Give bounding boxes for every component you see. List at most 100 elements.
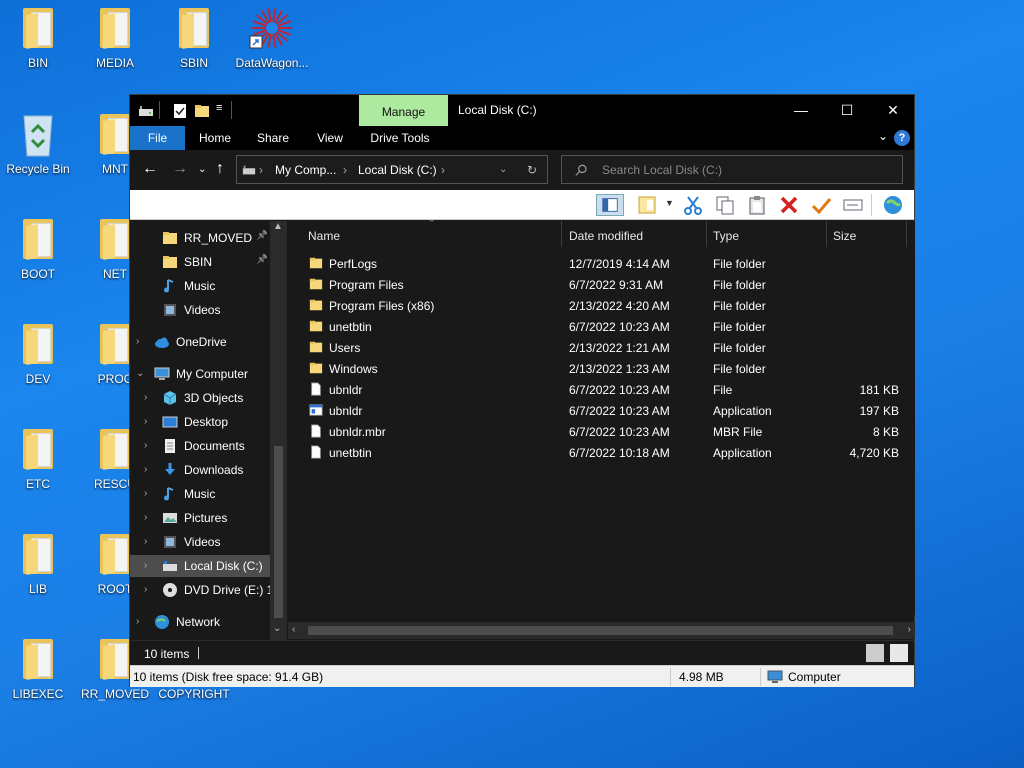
- scrollbar-thumb[interactable]: [274, 446, 283, 618]
- desktop-icon-etc[interactable]: ETC: [0, 425, 76, 491]
- preview-pane-icon[interactable]: [596, 194, 624, 216]
- column-header-name[interactable]: Name: [308, 229, 340, 249]
- nav-item-3d-objects[interactable]: › 3D Objects: [130, 387, 270, 409]
- column-separator[interactable]: [906, 221, 907, 247]
- desktop-icon-recycle-bin[interactable]: Recycle Bin: [0, 110, 76, 176]
- chevron-right-icon[interactable]: ›: [144, 464, 147, 475]
- chevron-right-icon[interactable]: ›: [144, 584, 147, 595]
- file-row[interactable]: Program Files 6/7/2022 9:31 AM File folder: [288, 274, 915, 295]
- maximize-button[interactable]: ☐: [824, 95, 870, 126]
- chevron-down-icon[interactable]: ⌄: [136, 368, 144, 379]
- pin-icon[interactable]: 📌: [257, 230, 268, 241]
- rename-icon[interactable]: [842, 194, 864, 216]
- file-row[interactable]: Program Files (x86) 2/13/2022 4:20 AM File…: [288, 295, 915, 316]
- desktop-icon-datawagon-[interactable]: DataWagon...: [234, 4, 310, 70]
- file-row[interactable]: Windows 2/13/2022 1:23 AM File folder: [288, 358, 915, 379]
- delete-icon[interactable]: [778, 194, 800, 216]
- desktop-icon-media[interactable]: MEDIA: [77, 4, 153, 70]
- nav-item-onedrive[interactable]: › OneDrive: [130, 331, 270, 353]
- file-row[interactable]: unetbtin 6/7/2022 10:18 AM Application 4,72…: [288, 442, 915, 463]
- drive-icon[interactable]: [138, 103, 154, 119]
- address-bar[interactable]: › My Comp... › Local Disk (C:) › ⌄ ↻: [236, 155, 548, 184]
- nav-item-rr-moved[interactable]: RR_MOVED 📌: [130, 227, 270, 249]
- up-button[interactable]: ↑: [216, 160, 224, 178]
- desktop-icon-dev[interactable]: DEV: [0, 320, 76, 386]
- tab-file[interactable]: File: [130, 126, 185, 150]
- properties-icon[interactable]: [172, 103, 188, 119]
- forward-button[interactable]: →: [172, 160, 188, 178]
- nav-item-local-disk-c[interactable]: › Local Disk (C:): [130, 555, 270, 577]
- copy-icon[interactable]: [714, 194, 736, 216]
- chevron-right-icon[interactable]: ›: [144, 512, 147, 523]
- tab-home[interactable]: Home: [192, 126, 238, 150]
- large-icons-view-icon[interactable]: [890, 644, 908, 662]
- navigation-scrollbar[interactable]: ▲ ⌄: [270, 221, 287, 640]
- title-bar[interactable]: ≡ Manage Local Disk (C:) — ☐ ✕: [130, 95, 914, 126]
- column-separator[interactable]: [826, 221, 827, 247]
- tab-share[interactable]: Share: [250, 126, 296, 150]
- nav-item-videos[interactable]: › Videos: [130, 531, 270, 553]
- file-row[interactable]: Users 2/13/2022 1:21 AM File folder: [288, 337, 915, 358]
- recent-locations-chevron-icon[interactable]: ⌄: [198, 164, 206, 175]
- cut-icon[interactable]: [682, 194, 704, 216]
- details-pane-icon[interactable]: [636, 194, 658, 216]
- desktop-icon-lib[interactable]: LIB: [0, 530, 76, 596]
- column-header-type[interactable]: Type: [713, 229, 739, 249]
- nav-item-sbin[interactable]: SBIN 📌: [130, 251, 270, 273]
- minimize-button[interactable]: —: [778, 95, 824, 126]
- details-view-icon[interactable]: [866, 644, 884, 662]
- breadcrumb-local-disk[interactable]: Local Disk (C:): [358, 163, 437, 177]
- close-button[interactable]: ✕: [870, 95, 916, 126]
- file-row[interactable]: ubnldr 6/7/2022 10:23 AM File 181 KB: [288, 379, 915, 400]
- chevron-right-icon[interactable]: ›: [441, 163, 445, 177]
- dropdown-arrow-icon[interactable]: ▼: [665, 198, 674, 208]
- new-folder-icon[interactable]: [194, 103, 210, 119]
- chevron-right-icon[interactable]: ›: [144, 560, 147, 571]
- address-dropdown-icon[interactable]: ⌄: [499, 164, 507, 175]
- tab-view[interactable]: View: [307, 126, 353, 150]
- tab-drive-tools[interactable]: Drive Tools: [364, 126, 436, 150]
- paste-icon[interactable]: [746, 194, 768, 216]
- desktop-icon-sbin[interactable]: SBIN: [156, 4, 232, 70]
- globe-icon[interactable]: [882, 194, 904, 216]
- chevron-right-icon[interactable]: ›: [144, 416, 147, 427]
- file-row[interactable]: ubnldr.mbr 6/7/2022 10:23 AM MBR File 8 KB: [288, 421, 915, 442]
- customize-quick-access-icon[interactable]: ≡: [216, 102, 222, 114]
- desktop-icon-bin[interactable]: BIN: [0, 4, 76, 70]
- file-row[interactable]: unetbtin 6/7/2022 10:23 AM File folder: [288, 316, 915, 337]
- apply-checkmark-icon[interactable]: [810, 194, 832, 216]
- help-icon[interactable]: ?: [894, 130, 910, 146]
- tab-manage[interactable]: Manage: [359, 95, 448, 126]
- chevron-right-icon[interactable]: ›: [144, 488, 147, 499]
- chevron-right-icon[interactable]: ›: [136, 616, 139, 627]
- nav-item-videos[interactable]: Videos: [130, 299, 270, 321]
- file-row[interactable]: ubnldr 6/7/2022 10:23 AM Application 197 KB: [288, 400, 915, 421]
- search-input[interactable]: Search Local Disk (C:): [561, 155, 903, 184]
- file-list-horizontal-scrollbar[interactable]: ‹ ›: [288, 622, 915, 639]
- desktop-icon-libexec[interactable]: LIBEXEC: [0, 635, 76, 701]
- expand-ribbon-chevron-icon[interactable]: ⌄: [878, 129, 888, 143]
- scrollbar-thumb[interactable]: [308, 626, 893, 635]
- chevron-right-icon[interactable]: ›: [343, 163, 347, 177]
- scroll-up-icon[interactable]: ▲: [273, 221, 283, 232]
- scroll-left-icon[interactable]: ‹: [292, 624, 295, 635]
- column-header-size[interactable]: Size: [833, 229, 856, 249]
- nav-item-network[interactable]: › Network: [130, 611, 270, 633]
- refresh-icon[interactable]: ↻: [527, 163, 537, 177]
- nav-item-dvd-drive-e-13[interactable]: › DVD Drive (E:) 13: [130, 579, 280, 601]
- back-button[interactable]: ←: [142, 160, 158, 178]
- scroll-right-icon[interactable]: ›: [908, 624, 911, 635]
- column-separator[interactable]: [561, 221, 562, 247]
- chevron-right-icon[interactable]: ›: [136, 336, 139, 347]
- nav-item-pictures[interactable]: › Pictures: [130, 507, 270, 529]
- pin-icon[interactable]: 📌: [257, 254, 268, 265]
- nav-item-downloads[interactable]: › Downloads: [130, 459, 270, 481]
- desktop-icon-boot[interactable]: BOOT: [0, 215, 76, 281]
- breadcrumb-my-computer[interactable]: My Comp...: [275, 163, 336, 177]
- chevron-right-icon[interactable]: ›: [144, 536, 147, 547]
- column-header-date-modified[interactable]: Date modified: [569, 229, 643, 249]
- nav-item-my-computer[interactable]: ⌄ My Computer: [130, 363, 270, 385]
- nav-item-documents[interactable]: › Documents: [130, 435, 270, 457]
- file-row[interactable]: PerfLogs 12/7/2019 4:14 AM File folder: [288, 253, 915, 274]
- nav-item-desktop[interactable]: › Desktop: [130, 411, 270, 433]
